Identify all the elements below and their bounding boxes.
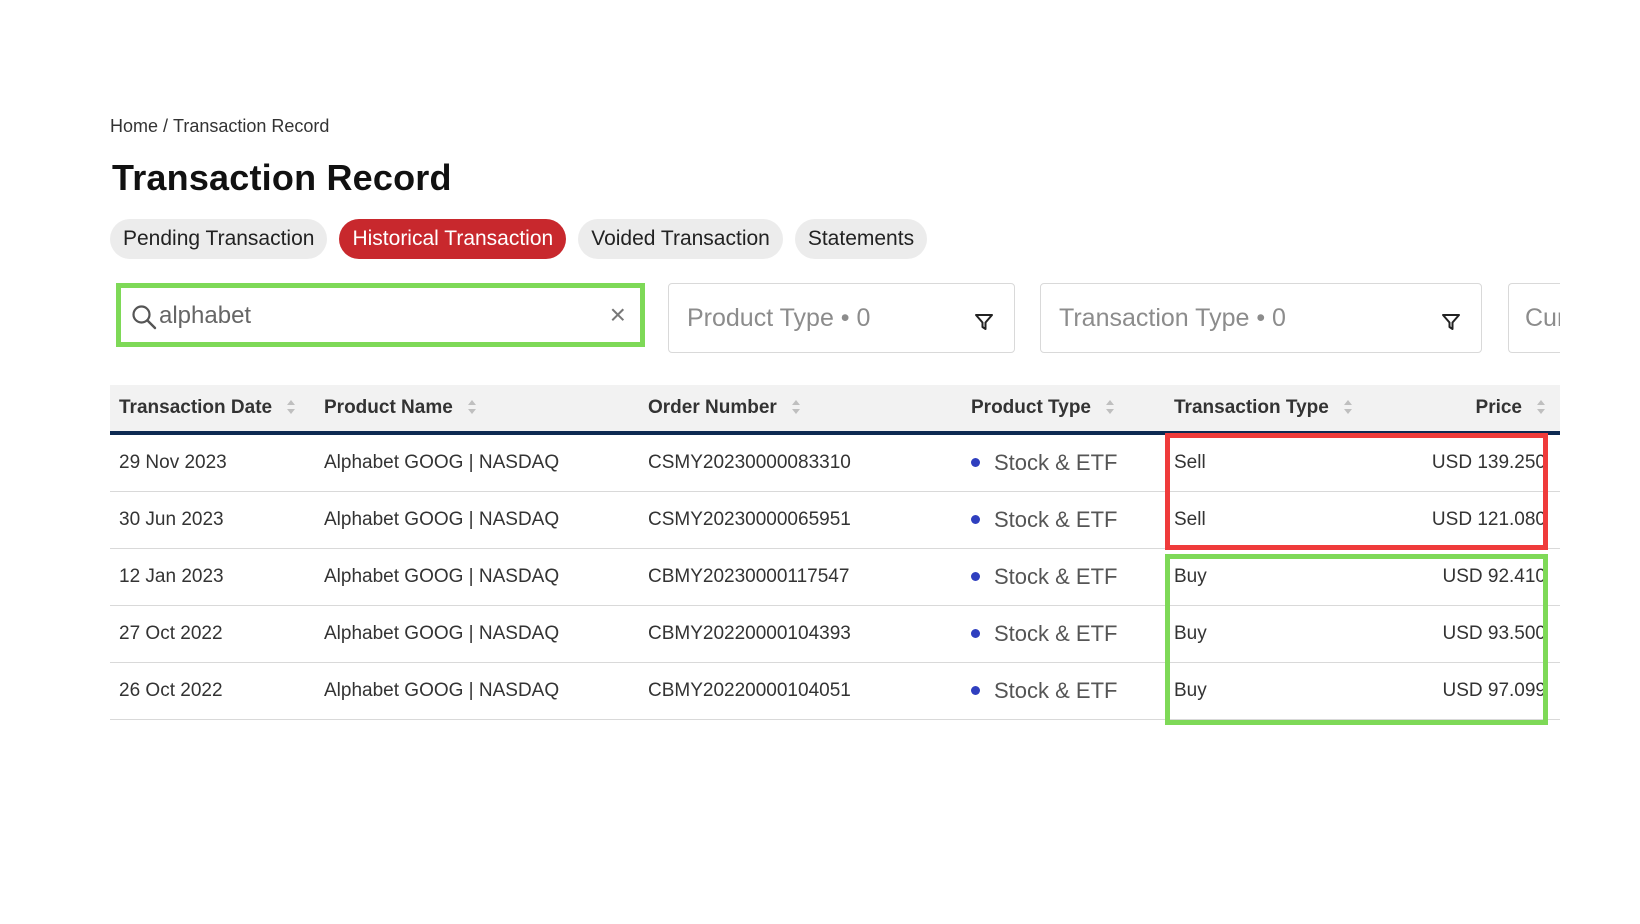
column-header-label: Product Name	[324, 397, 453, 418]
column-header-transaction-type[interactable]: Transaction Type	[1165, 385, 1365, 435]
cell-product-name: Alphabet GOOG | NASDAQ	[315, 433, 639, 492]
sort-icon[interactable]	[1536, 397, 1546, 417]
cell-price: USD 121.080	[1365, 491, 1560, 549]
product-type-label: Stock & ETF	[994, 678, 1118, 703]
cell-transaction-type: Buy	[1165, 548, 1365, 606]
breadcrumb: Home / Transaction Record	[110, 116, 329, 137]
table-row[interactable]: 27 Oct 2022 Alphabet GOOG | NASDAQ CBMY2…	[110, 605, 1560, 663]
table-row[interactable]: 26 Oct 2022 Alphabet GOOG | NASDAQ CBMY2…	[110, 662, 1560, 720]
product-type-label: Stock & ETF	[994, 450, 1118, 475]
cell-transaction-date: 26 Oct 2022	[110, 662, 315, 720]
cell-order-number: CBMY20220000104051	[639, 662, 962, 720]
cell-transaction-date: 12 Jan 2023	[110, 548, 315, 606]
cell-transaction-type: Sell	[1165, 433, 1365, 492]
transaction-record-page: Home / Transaction Record Transaction Re…	[110, 0, 1560, 924]
transaction-type-filter[interactable]: Transaction Type • 0	[1040, 283, 1482, 353]
cell-transaction-type: Buy	[1165, 605, 1365, 663]
product-type-dot-icon	[971, 628, 980, 638]
search-box: ×	[116, 283, 645, 347]
cell-product-name: Alphabet GOOG | NASDAQ	[315, 662, 639, 720]
funnel-icon	[975, 314, 993, 330]
cell-product-type: Stock & ETF	[962, 491, 1165, 549]
breadcrumb-current: Transaction Record	[173, 116, 330, 136]
column-header-label: Order Number	[648, 397, 777, 418]
column-header-product-type[interactable]: Product Type	[962, 385, 1165, 435]
transaction-type-filter-label: Transaction Type • 0	[1059, 304, 1286, 332]
table-row[interactable]: 29 Nov 2023 Alphabet GOOG | NASDAQ CSMY2…	[110, 433, 1560, 492]
cell-price: USD 92.410	[1365, 548, 1560, 606]
product-type-filter-label: Product Type • 0	[687, 304, 871, 332]
cell-price: USD 139.250	[1365, 433, 1560, 492]
sort-icon[interactable]	[791, 397, 801, 417]
cell-price: USD 93.500	[1365, 605, 1560, 663]
cell-product-name: Alphabet GOOG | NASDAQ	[315, 605, 639, 663]
breadcrumb-separator: /	[158, 116, 174, 136]
cell-product-type: Stock & ETF	[962, 548, 1165, 606]
currency-filter-label: Cur	[1525, 304, 1560, 332]
product-type-dot-icon	[971, 685, 980, 695]
sort-icon[interactable]	[286, 397, 296, 417]
cell-price: USD 97.099	[1365, 662, 1560, 720]
cell-transaction-type: Buy	[1165, 662, 1365, 720]
table-header-row: Transaction Date Product Name Order Numb…	[110, 385, 1560, 435]
product-type-dot-icon	[971, 571, 980, 581]
tab-voided-transaction[interactable]: Voided Transaction	[578, 219, 783, 259]
product-type-label: Stock & ETF	[994, 507, 1118, 532]
tab-historical-transaction[interactable]: Historical Transaction	[339, 219, 567, 259]
cell-transaction-date: 29 Nov 2023	[110, 433, 315, 492]
transaction-table: Transaction Date Product Name Order Numb…	[110, 385, 1560, 720]
page-title: Transaction Record	[112, 157, 452, 198]
transaction-tabs: Pending Transaction Historical Transacti…	[110, 219, 928, 259]
tab-pending-transaction[interactable]: Pending Transaction	[110, 219, 328, 259]
product-type-filter[interactable]: Product Type • 0	[668, 283, 1015, 353]
cell-order-number: CSMY20230000083310	[639, 433, 962, 492]
cell-product-type: Stock & ETF	[962, 662, 1165, 720]
tab-statements[interactable]: Statements	[794, 219, 928, 259]
product-type-label: Stock & ETF	[994, 621, 1118, 646]
cell-order-number: CBMY20220000104393	[639, 605, 962, 663]
cell-product-name: Alphabet GOOG | NASDAQ	[315, 491, 639, 549]
column-header-order-number[interactable]: Order Number	[639, 385, 962, 435]
sort-icon[interactable]	[1105, 397, 1115, 417]
breadcrumb-home-link[interactable]: Home	[110, 116, 158, 137]
column-header-product-name[interactable]: Product Name	[315, 385, 639, 435]
column-header-transaction-date[interactable]: Transaction Date	[110, 385, 315, 435]
column-header-label: Price	[1475, 397, 1522, 418]
product-type-dot-icon	[971, 457, 980, 467]
search-input[interactable]	[159, 296, 579, 336]
cell-product-type: Stock & ETF	[962, 605, 1165, 663]
close-icon[interactable]: ×	[610, 300, 626, 330]
currency-filter[interactable]: Cur	[1508, 283, 1560, 353]
product-type-label: Stock & ETF	[994, 564, 1118, 589]
cell-transaction-date: 27 Oct 2022	[110, 605, 315, 663]
cell-order-number: CBMY20230000117547	[639, 548, 962, 606]
transaction-table-wrapper: Transaction Date Product Name Order Numb…	[110, 385, 1560, 720]
column-header-price[interactable]: Price	[1365, 385, 1560, 435]
funnel-icon	[1442, 314, 1460, 330]
table-row[interactable]: 12 Jan 2023 Alphabet GOOG | NASDAQ CBMY2…	[110, 548, 1560, 606]
sort-icon[interactable]	[467, 397, 477, 417]
filter-bar: × Product Type • 0 Transaction Type • 0 …	[110, 283, 1560, 355]
cell-transaction-type: Sell	[1165, 491, 1365, 549]
column-header-label: Product Type	[971, 397, 1091, 418]
cell-order-number: CSMY20230000065951	[639, 491, 962, 549]
column-header-label: Transaction Date	[119, 397, 273, 418]
cell-product-name: Alphabet GOOG | NASDAQ	[315, 548, 639, 606]
cell-product-type: Stock & ETF	[962, 433, 1165, 492]
sort-icon[interactable]	[1343, 397, 1353, 417]
column-header-label: Transaction Type	[1174, 397, 1329, 418]
cell-transaction-date: 30 Jun 2023	[110, 491, 315, 549]
table-row[interactable]: 30 Jun 2023 Alphabet GOOG | NASDAQ CSMY2…	[110, 491, 1560, 549]
search-icon	[132, 305, 157, 330]
product-type-dot-icon	[971, 514, 980, 524]
